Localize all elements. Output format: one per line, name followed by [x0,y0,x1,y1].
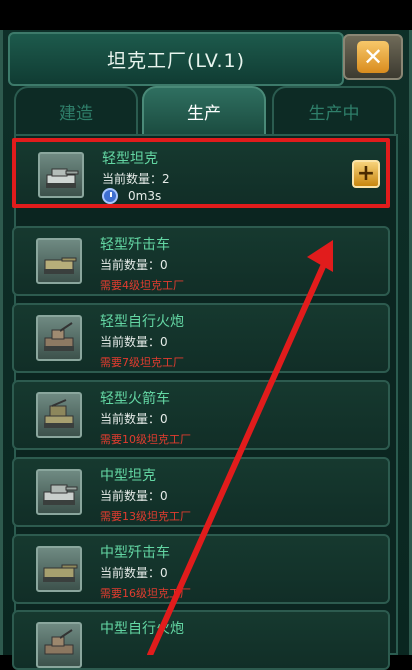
unit-name: 中型自行火炮 [100,621,184,637]
unit-quantity: 当前数量：0 [100,335,168,349]
tab-produce-label: 生产 [187,103,221,124]
light-rocket-vehicle-icon [36,392,82,438]
tab-build-label: 建造 [59,103,93,124]
unit-requirement: 需要13级坦克工厂 [100,510,191,523]
unit-card-light-tank-destroyer[interactable]: 轻型歼击车 当前数量：0 需要4级坦克工厂 [12,226,390,296]
unit-name: 轻型坦克 [102,151,158,167]
unit-card-light-rocket-vehicle[interactable]: 轻型火箭车 当前数量：0 需要10级坦克工厂 [12,380,390,450]
tab-build[interactable]: 建造 [14,86,138,134]
unit-name: 轻型歼击车 [100,237,170,253]
light-tank-icon [38,152,84,198]
unit-requirement: 需要16级坦克工厂 [100,587,191,600]
unit-name: 中型坦克 [100,468,156,484]
unit-requirement: 需要10级坦克工厂 [100,433,191,446]
unit-quantity: 当前数量：0 [100,489,168,503]
production-timer: 0m3s [102,188,161,204]
unit-card-light-tank[interactable]: 轻型坦克 当前数量：2 0m3s + [12,138,390,208]
plus-button[interactable]: + [352,160,380,188]
unit-card-light-sp-artillery[interactable]: 轻型自行火炮 当前数量：0 需要7级坦克工厂 [12,303,390,373]
close-icon: ✕ [357,41,389,73]
light-sp-artillery-icon [36,315,82,361]
unit-quantity: 当前数量：0 [100,566,168,580]
unit-card-medium-tank[interactable]: 中型坦克 当前数量：0 需要13级坦克工厂 [12,457,390,527]
window-title: 坦克工厂(LV.1) [107,49,245,72]
light-tank-destroyer-icon [36,238,82,284]
tab-produce[interactable]: 生产 [142,86,266,134]
unit-name: 中型歼击车 [100,545,170,561]
unit-name: 轻型自行火炮 [100,314,184,330]
tab-in-production-label: 生产中 [308,103,360,124]
unit-quantity: 当前数量：2 [102,172,170,186]
close-button[interactable]: ✕ [343,34,403,80]
tab-in-production[interactable]: 生产中 [272,86,396,134]
unit-quantity: 当前数量：0 [100,412,168,426]
tab-bar: 建造 生产 生产中 [14,86,398,134]
medium-sp-artillery-icon [36,622,82,668]
title-bar: 坦克工厂(LV.1) [8,32,344,86]
medium-tank-icon [36,469,82,515]
unit-name: 轻型火箭车 [100,391,170,407]
timer-value: 0m3s [128,189,162,203]
unit-requirement: 需要4级坦克工厂 [100,279,184,292]
medium-tank-destroyer-icon [36,546,82,592]
unit-requirement: 需要7级坦克工厂 [100,356,184,369]
unit-quantity: 当前数量：0 [100,258,168,272]
unit-card-medium-tank-destroyer[interactable]: 中型歼击车 当前数量：0 需要16级坦克工厂 [12,534,390,604]
unit-card-medium-sp-artillery[interactable]: 中型自行火炮 [12,610,390,670]
clock-icon [102,188,118,204]
